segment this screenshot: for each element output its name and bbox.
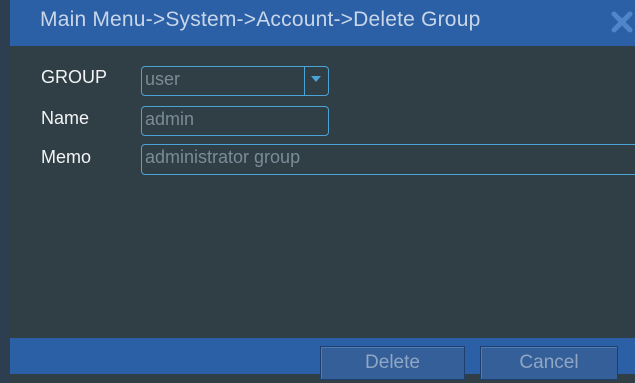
group-select[interactable]: user [141, 66, 329, 96]
window-title: Main Menu->System->Account->Delete Group [40, 8, 481, 31]
cancel-button[interactable]: Cancel [480, 346, 618, 380]
close-icon[interactable] [608, 8, 635, 36]
group-select-value: user [145, 69, 181, 89]
memo-label: Memo [41, 147, 92, 167]
name-field[interactable]: admin [141, 106, 329, 136]
delete-button[interactable]: Delete [320, 346, 465, 380]
name-field-value: admin [145, 109, 195, 129]
memo-field[interactable]: administrator group [141, 144, 635, 175]
memo-field-value: administrator group [145, 147, 301, 167]
title-bar: Main Menu->System->Account->Delete Group [10, 0, 635, 46]
name-label: Name [41, 108, 90, 128]
group-label: GROUP [41, 67, 108, 87]
delete-group-dialog: Main Menu->System->Account->Delete Group… [0, 0, 635, 383]
dropdown-button[interactable] [304, 67, 328, 95]
chevron-down-icon [311, 76, 321, 82]
